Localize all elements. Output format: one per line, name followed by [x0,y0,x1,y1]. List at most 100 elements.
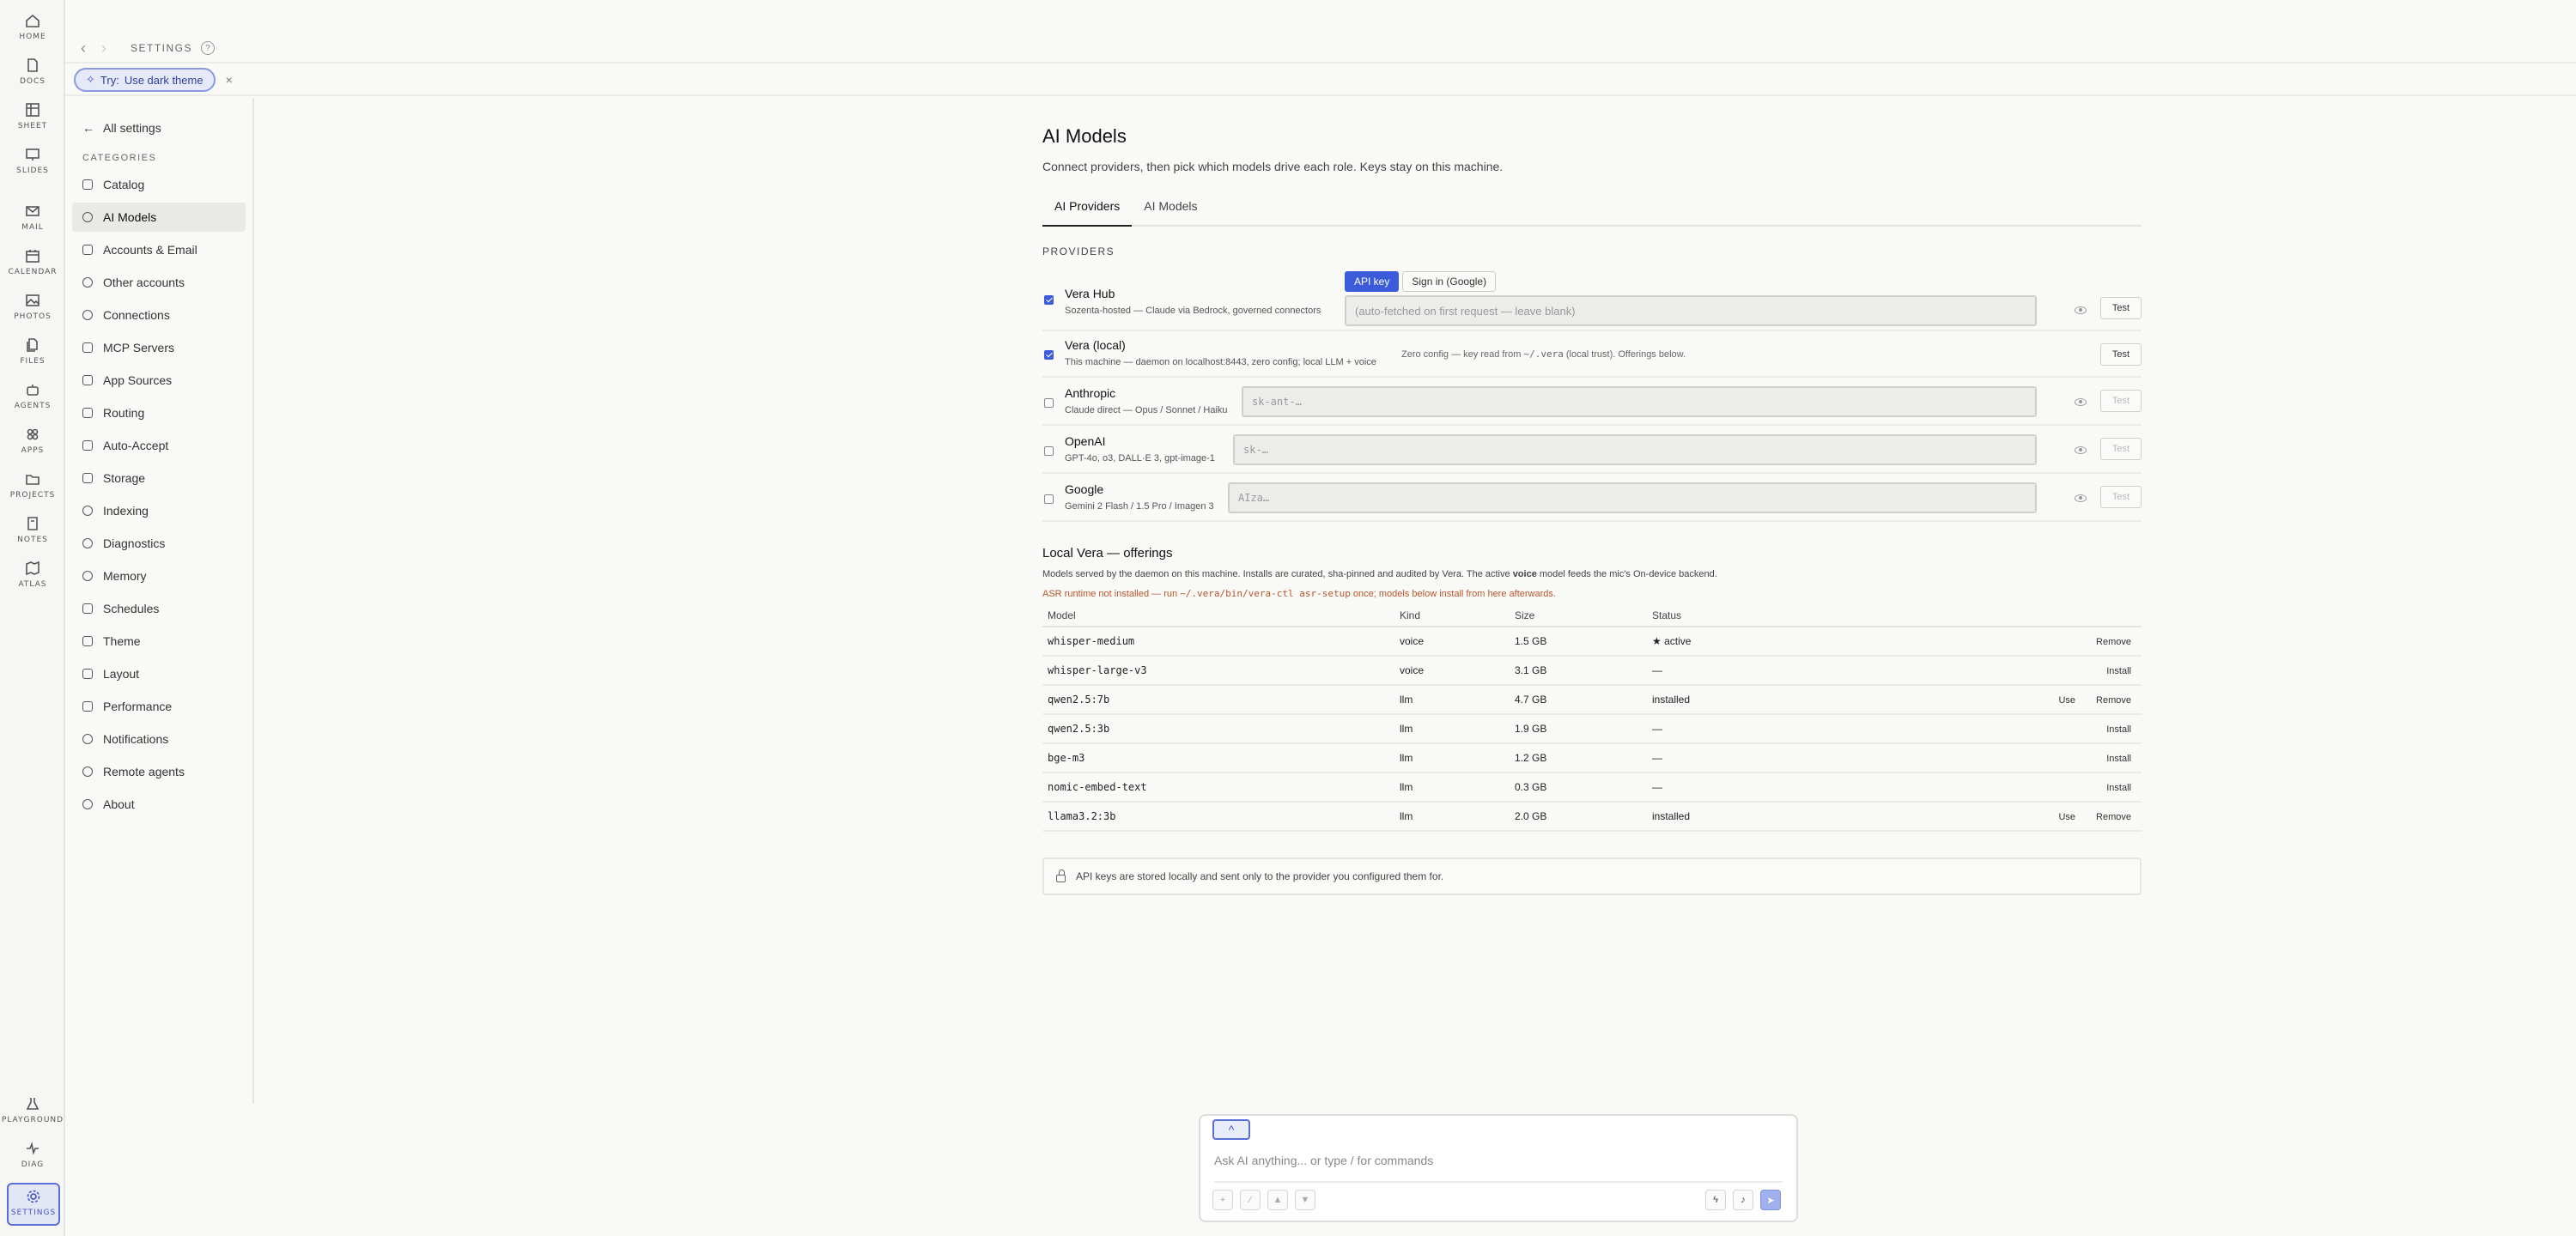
thumbs-up-icon[interactable]: ▲ [1267,1190,1288,1210]
rail-apps[interactable]: APPS [0,426,65,467]
rail-label: SETTINGS [10,1209,57,1217]
settings-nav-item-about[interactable]: About [72,790,246,819]
rail-settings[interactable]: SETTINGS [7,1183,60,1226]
install-button[interactable]: Install [2106,666,2131,676]
settings-nav-item-diagnostics[interactable]: Diagnostics [72,529,246,558]
install-button[interactable]: Install [2106,783,2131,793]
remove-button[interactable]: Remove [2096,695,2131,706]
rail-calendar[interactable]: CALENDAR [0,247,65,288]
provider-checkbox[interactable] [1044,494,1054,504]
settings-nav-item-connections[interactable]: Connections [72,300,246,330]
vera-hub-key-field[interactable]: (auto-fetched on first request — leave b… [1345,295,2037,326]
thumbs-down-icon[interactable]: ▼ [1295,1190,1315,1210]
remove-button[interactable]: Remove [2096,637,2131,647]
install-button[interactable]: Install [2106,754,2131,764]
rail-label: SHEET [17,122,48,130]
try-suggestion-chip[interactable]: ✧ Try: Use dark theme [74,68,216,92]
rail-label: MAIL [21,223,44,232]
forward-arrow-icon[interactable]: › [101,39,122,58]
back-arrow-icon[interactable]: ‹ [81,39,101,58]
close-icon[interactable]: × [226,73,233,87]
rail-notes[interactable]: NOTES [0,515,65,556]
settings-nav-item-mcp-servers[interactable]: MCP Servers [72,333,246,362]
settings-nav-item-other-accounts[interactable]: Other accounts [72,268,246,297]
settings-nav-item-routing[interactable]: Routing [72,398,246,427]
eye-icon[interactable] [2075,446,2087,454]
provider-checkbox[interactable] [1044,350,1054,360]
settings-nav-item-ai-models[interactable]: AI Models [72,203,246,232]
settings-nav-item-notifications[interactable]: Notifications [72,724,246,754]
remove-button[interactable]: Remove [2096,812,2131,822]
sign-in-google-option[interactable]: Sign in (Google) [1402,271,1497,292]
kind-cell: llm [1394,802,1510,832]
rail-slides[interactable]: SLIDES [0,146,65,187]
use-button[interactable]: Use [2058,695,2075,706]
tab-bar: AI Providers AI Models [1042,199,2142,227]
anthropic-key-field[interactable]: sk-ant-… [1242,386,2037,417]
use-button[interactable]: Use [2058,812,2075,822]
bolt-icon[interactable]: ϟ [1705,1190,1726,1210]
all-settings-link[interactable]: ← All settings [67,117,252,139]
provider-checkbox[interactable] [1044,446,1054,456]
kind-cell: llm [1394,685,1510,715]
wand-icon[interactable]: ⁄ [1240,1190,1261,1210]
settings-nav-item-memory[interactable]: Memory [72,561,246,591]
provider-checkbox[interactable] [1044,295,1054,305]
tab-ai-providers[interactable]: AI Providers [1042,199,1133,227]
eye-icon[interactable] [2075,494,2087,502]
settings-nav-item-catalog[interactable]: Catalog [72,170,246,199]
rail-photos[interactable]: PHOTOS [0,292,65,333]
api-key-option[interactable]: API key [1345,271,1400,292]
mic-icon[interactable]: ♪ [1733,1190,1753,1210]
rail-playground[interactable]: PLAYGROUND [0,1095,65,1136]
composer-input[interactable]: Ask AI anything... or type / for command… [1214,1154,1433,1167]
openai-key-field[interactable]: sk-… [1233,434,2037,465]
google-key-field[interactable]: AIza… [1228,482,2037,513]
test-button[interactable]: Test [2100,390,2142,412]
settings-nav-item-accounts-email[interactable]: Accounts & Email [72,235,246,264]
nav-item-label: Catalog [103,178,145,191]
provider-checkbox[interactable] [1044,398,1054,408]
sparkle-icon: ✧ [86,73,95,86]
settings-nav-item-layout[interactable]: Layout [72,659,246,688]
eye-icon[interactable] [2075,398,2087,406]
expand-button[interactable]: ^ [1212,1119,1250,1140]
divider [1214,1181,1783,1183]
settings-nav-item-theme[interactable]: Theme [72,627,246,656]
plus-icon[interactable]: + [1212,1190,1233,1210]
size-cell: 1.9 GB [1510,714,1647,744]
nav-item-icon [82,310,93,320]
settings-nav-item-auto-accept[interactable]: Auto-Accept [72,431,246,460]
test-button[interactable]: Test [2100,297,2142,319]
model-cell: whisper-medium [1042,627,1394,657]
breadcrumb: SETTINGS [131,42,193,54]
rail-label: APPS [21,446,45,455]
rail-diag[interactable]: DIAG [0,1140,65,1181]
rail-sheet[interactable]: SHEET [0,101,65,142]
rail-docs[interactable]: DOCS [0,57,65,98]
eye-icon[interactable] [2075,306,2087,314]
test-button[interactable]: Test [2100,486,2142,508]
settings-nav-item-performance[interactable]: Performance [72,692,246,721]
settings-nav-item-app-sources[interactable]: App Sources [72,366,246,395]
settings-nav-item-indexing[interactable]: Indexing [72,496,246,525]
settings-nav-item-remote-agents[interactable]: Remote agents [72,757,246,786]
rail-agents[interactable]: AGENTS [0,381,65,422]
test-button[interactable]: Test [2100,343,2142,366]
install-button[interactable]: Install [2106,724,2131,735]
kind-cell: llm [1394,743,1510,773]
tab-ai-models[interactable]: AI Models [1132,199,1209,227]
settings-nav-item-schedules[interactable]: Schedules [72,594,246,623]
test-button[interactable]: Test [2100,438,2142,460]
send-icon[interactable]: ➤ [1760,1190,1781,1210]
nav-item-icon [82,375,93,385]
rail-home[interactable]: HOME [0,12,65,53]
nav-item-icon [82,538,93,548]
rail-atlas[interactable]: ATLAS [0,560,65,601]
rail-projects[interactable]: PROJECTS [0,470,65,512]
help-icon[interactable]: ? [201,41,216,55]
nav-item-label: Routing [103,406,145,420]
rail-mail[interactable]: MAIL [0,203,65,244]
rail-files[interactable]: FILES [0,336,65,378]
settings-nav-item-storage[interactable]: Storage [72,464,246,493]
